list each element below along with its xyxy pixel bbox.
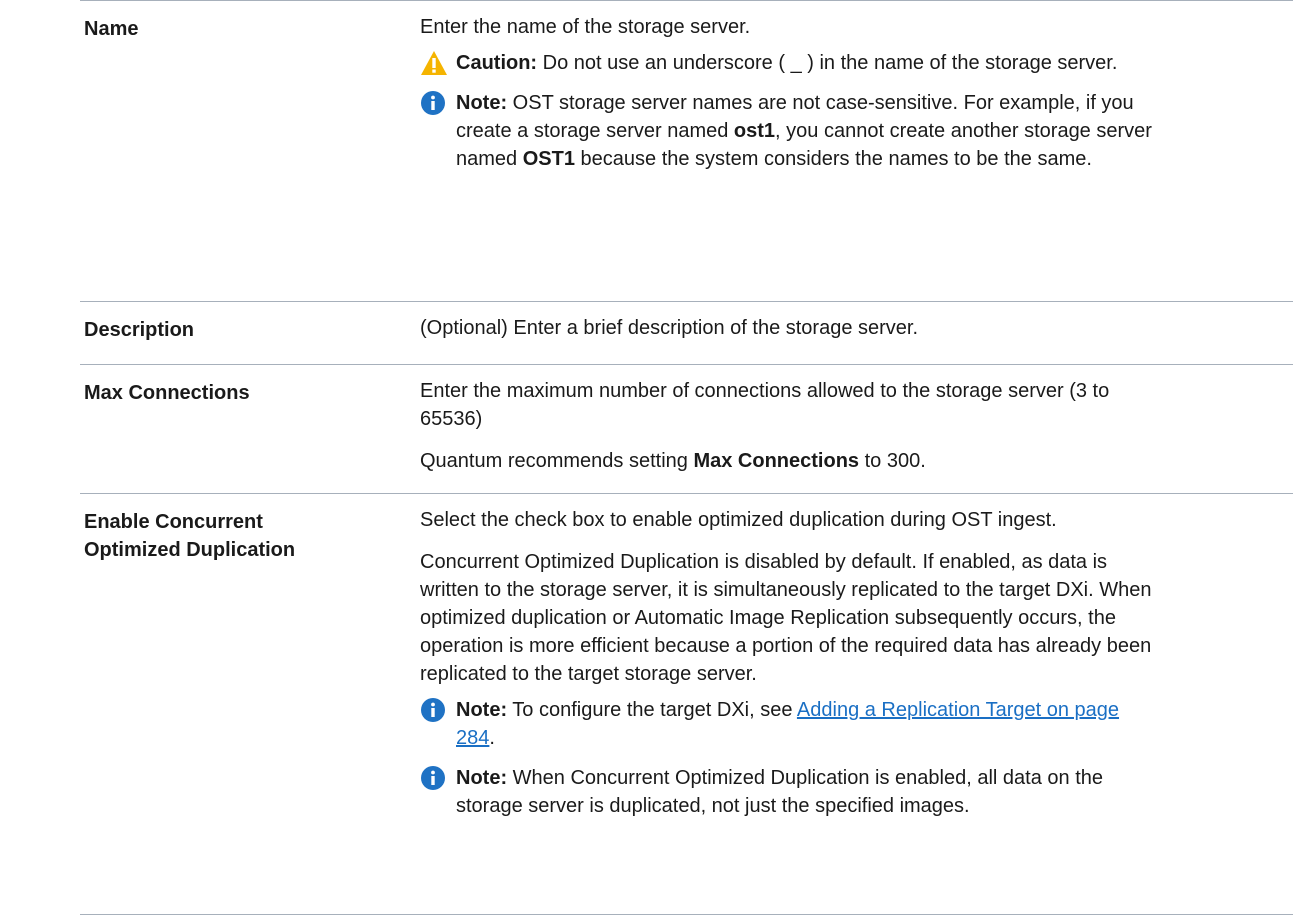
note-label: Note: — [456, 699, 508, 721]
description-text: Enter the name of the storage server. — [420, 16, 751, 38]
row-label: Max Connections — [84, 382, 250, 404]
table-row-description: Description (Optional) Enter a brief des… — [80, 302, 1293, 365]
table-row-max-connections: Max Connections Enter the maximum number… — [80, 365, 1293, 494]
note-text: Note: OST storage server names are not c… — [456, 92, 1152, 170]
description-text: Enter the maximum number of connections … — [420, 380, 1110, 430]
table-row-concurrent-duplication: Enable Concurrent Optimized Duplication … — [80, 494, 1293, 915]
note-callout: Note: OST storage server names are not c… — [420, 89, 1293, 173]
note-callout: Note: When Concurrent Optimized Duplicat… — [420, 764, 1293, 820]
row-label: Description — [84, 319, 195, 341]
description-text: Select the check box to enable optimized… — [420, 509, 1057, 531]
note-text: Note: To configure the target DXi, see A… — [456, 699, 1120, 749]
table-row-name: Name Enter the name of the storage serve… — [80, 0, 1293, 302]
info-icon — [420, 89, 456, 117]
row-label: Name — [84, 18, 139, 40]
note-callout: Note: To configure the target DXi, see A… — [420, 696, 1293, 752]
caution-callout: Caution: Do not use an underscore ( _ ) … — [420, 49, 1293, 77]
options-table: Name Enter the name of the storage serve… — [80, 0, 1293, 915]
row-content: Enter the name of the storage server. Ca… — [420, 1, 1293, 301]
info-icon — [420, 696, 456, 724]
row-content: Enter the maximum number of connections … — [420, 365, 1293, 493]
description-text: (Optional) Enter a brief description of … — [420, 317, 919, 339]
caution-text: Caution: Do not use an underscore ( _ ) … — [456, 49, 1117, 77]
note-text: Note: When Concurrent Optimized Duplicat… — [456, 767, 1103, 817]
note-label: Note: — [456, 92, 508, 114]
row-content: (Optional) Enter a brief description of … — [420, 302, 1293, 364]
caution-body: Do not use an underscore ( _ ) in the na… — [537, 52, 1118, 74]
caution-label: Caution: — [456, 52, 538, 74]
row-content: Select the check box to enable optimized… — [420, 494, 1293, 914]
note-label: Note: — [456, 767, 508, 789]
info-icon — [420, 764, 456, 792]
recommendation-text: Quantum recommends setting Max Connectio… — [420, 450, 926, 472]
row-label: Enable Concurrent Optimized Duplication — [84, 511, 296, 561]
detail-text: Concurrent Optimized Duplication is disa… — [420, 551, 1152, 685]
caution-icon — [420, 49, 456, 77]
